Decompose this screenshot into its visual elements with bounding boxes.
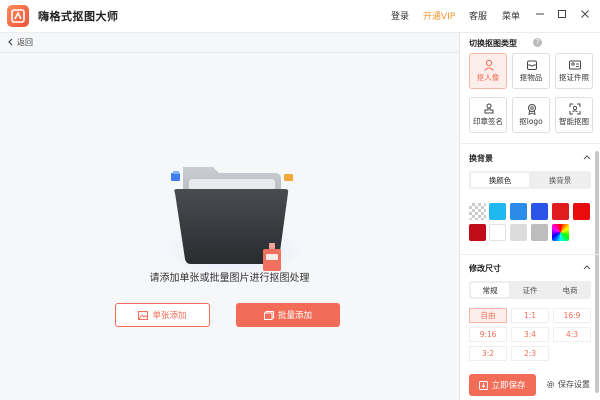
size-option[interactable]: 9:16 — [469, 327, 507, 342]
folder-illustration — [163, 167, 303, 279]
app-logo-icon — [7, 5, 29, 27]
login-button[interactable]: 登录 — [391, 9, 409, 22]
main-area: 返回 请添加单张或批量图片进行抠图处理 单张添加 批量添加 — [0, 32, 459, 400]
add-batch-label: 批量添加 — [277, 311, 312, 321]
color-swatch-red[interactable] — [552, 203, 569, 220]
color-swatch-bright-red[interactable] — [573, 203, 590, 220]
menu-button[interactable]: 菜单 — [502, 9, 520, 22]
tab-change-color[interactable]: 换颜色 — [471, 173, 529, 187]
color-swatch-cyan[interactable] — [489, 203, 506, 220]
type-object[interactable]: 抠物品 — [512, 53, 550, 89]
size-option[interactable]: 16:9 — [553, 308, 591, 323]
gear-icon — [546, 380, 555, 389]
person-icon — [484, 59, 494, 71]
divider — [460, 254, 600, 255]
divider — [0, 52, 459, 53]
color-swatch-gray[interactable] — [531, 224, 548, 241]
type-label: 抠logo — [519, 117, 543, 126]
size-option[interactable]: 自由 — [469, 308, 507, 323]
images-icon — [263, 310, 274, 320]
color-swatch-transparent[interactable] — [469, 203, 486, 220]
size-option[interactable]: 4:3 — [553, 327, 591, 342]
box-icon — [527, 60, 537, 70]
scrollbar[interactable] — [595, 151, 599, 393]
tab-id[interactable]: 证件 — [511, 283, 549, 297]
right-panel: 切换抠图类型 ? 抠人像 抠物品 抠证件照 印章签名 抠logo 智能抠图 换背… — [459, 32, 600, 400]
type-logo[interactable]: 抠logo — [512, 97, 550, 133]
title-bar: 嗨格式抠图大师 登录 开通VIP 客服 菜单 — [0, 0, 600, 32]
empty-hint-text: 请添加单张或批量图片进行抠图处理 — [149, 273, 310, 284]
type-label: 抠物品 — [519, 73, 543, 82]
size-option[interactable]: 2:3 — [511, 346, 549, 361]
chevron-up-icon[interactable] — [583, 154, 591, 160]
size-section-title: 修改尺寸 — [469, 264, 501, 273]
service-button[interactable]: 客服 — [469, 9, 487, 22]
divider — [460, 143, 600, 144]
color-swatch-royal-blue[interactable] — [531, 203, 548, 220]
image-badge-icon — [171, 171, 180, 181]
app-title: 嗨格式抠图大师 — [38, 10, 119, 23]
chevron-left-icon — [8, 38, 13, 46]
type-label: 抠证件照 — [559, 73, 589, 82]
scan-icon — [569, 103, 581, 115]
color-swatch-light-gray[interactable] — [510, 224, 527, 241]
add-single-label: 单张添加 — [152, 311, 187, 321]
minimize-icon[interactable] — [532, 6, 548, 22]
add-batch-button[interactable]: 批量添加 — [236, 303, 340, 327]
save-settings-label: 保存设置 — [558, 380, 590, 389]
back-label: 返回 — [17, 37, 33, 47]
type-label: 智能抠图 — [559, 117, 589, 126]
stamp-icon — [484, 103, 494, 114]
type-stamp[interactable]: 印章签名 — [469, 97, 507, 133]
chevron-up-icon[interactable] — [583, 264, 591, 270]
save-settings-button[interactable]: 保存设置 — [546, 379, 590, 390]
image-icon — [138, 310, 149, 320]
download-icon — [479, 380, 489, 390]
color-picker-icon[interactable] — [552, 224, 569, 241]
bg-section-title: 换背景 — [469, 154, 493, 163]
color-swatch-blue[interactable] — [510, 203, 527, 220]
add-single-button[interactable]: 单张添加 — [115, 303, 210, 327]
type-section-title: 切换抠图类型 — [469, 39, 517, 48]
size-option[interactable]: 3:2 — [469, 346, 507, 361]
help-icon[interactable]: ? — [533, 38, 542, 47]
size-option[interactable]: 3:4 — [511, 327, 549, 342]
close-icon[interactable] — [577, 6, 593, 22]
save-label: 立即保存 — [491, 381, 526, 391]
type-portrait[interactable]: 抠人像 — [469, 53, 507, 89]
type-id-photo[interactable]: 抠证件照 — [555, 53, 593, 89]
tab-regular[interactable]: 常规 — [471, 283, 509, 297]
folder-badge-icon — [284, 174, 293, 181]
bg-tabs: 换颜色 换背景 — [469, 171, 591, 189]
tab-change-background[interactable]: 换背景 — [531, 173, 589, 187]
vip-button[interactable]: 开通VIP — [423, 9, 455, 22]
tab-ecommerce[interactable]: 电商 — [551, 283, 589, 297]
save-button[interactable]: 立即保存 — [469, 374, 536, 396]
type-label: 抠人像 — [476, 73, 500, 82]
color-swatch-white[interactable] — [489, 224, 506, 241]
size-option[interactable]: 1:1 — [511, 308, 549, 323]
size-tabs: 常规 证件 电商 — [469, 281, 591, 299]
type-label: 印章签名 — [473, 117, 503, 126]
maximize-icon[interactable] — [554, 6, 570, 22]
color-swatch-dark-red[interactable] — [469, 224, 486, 241]
back-button[interactable]: 返回 — [7, 35, 33, 49]
type-smart[interactable]: 智能抠图 — [555, 97, 593, 133]
badge-icon — [528, 104, 536, 115]
id-card-icon — [569, 60, 581, 70]
